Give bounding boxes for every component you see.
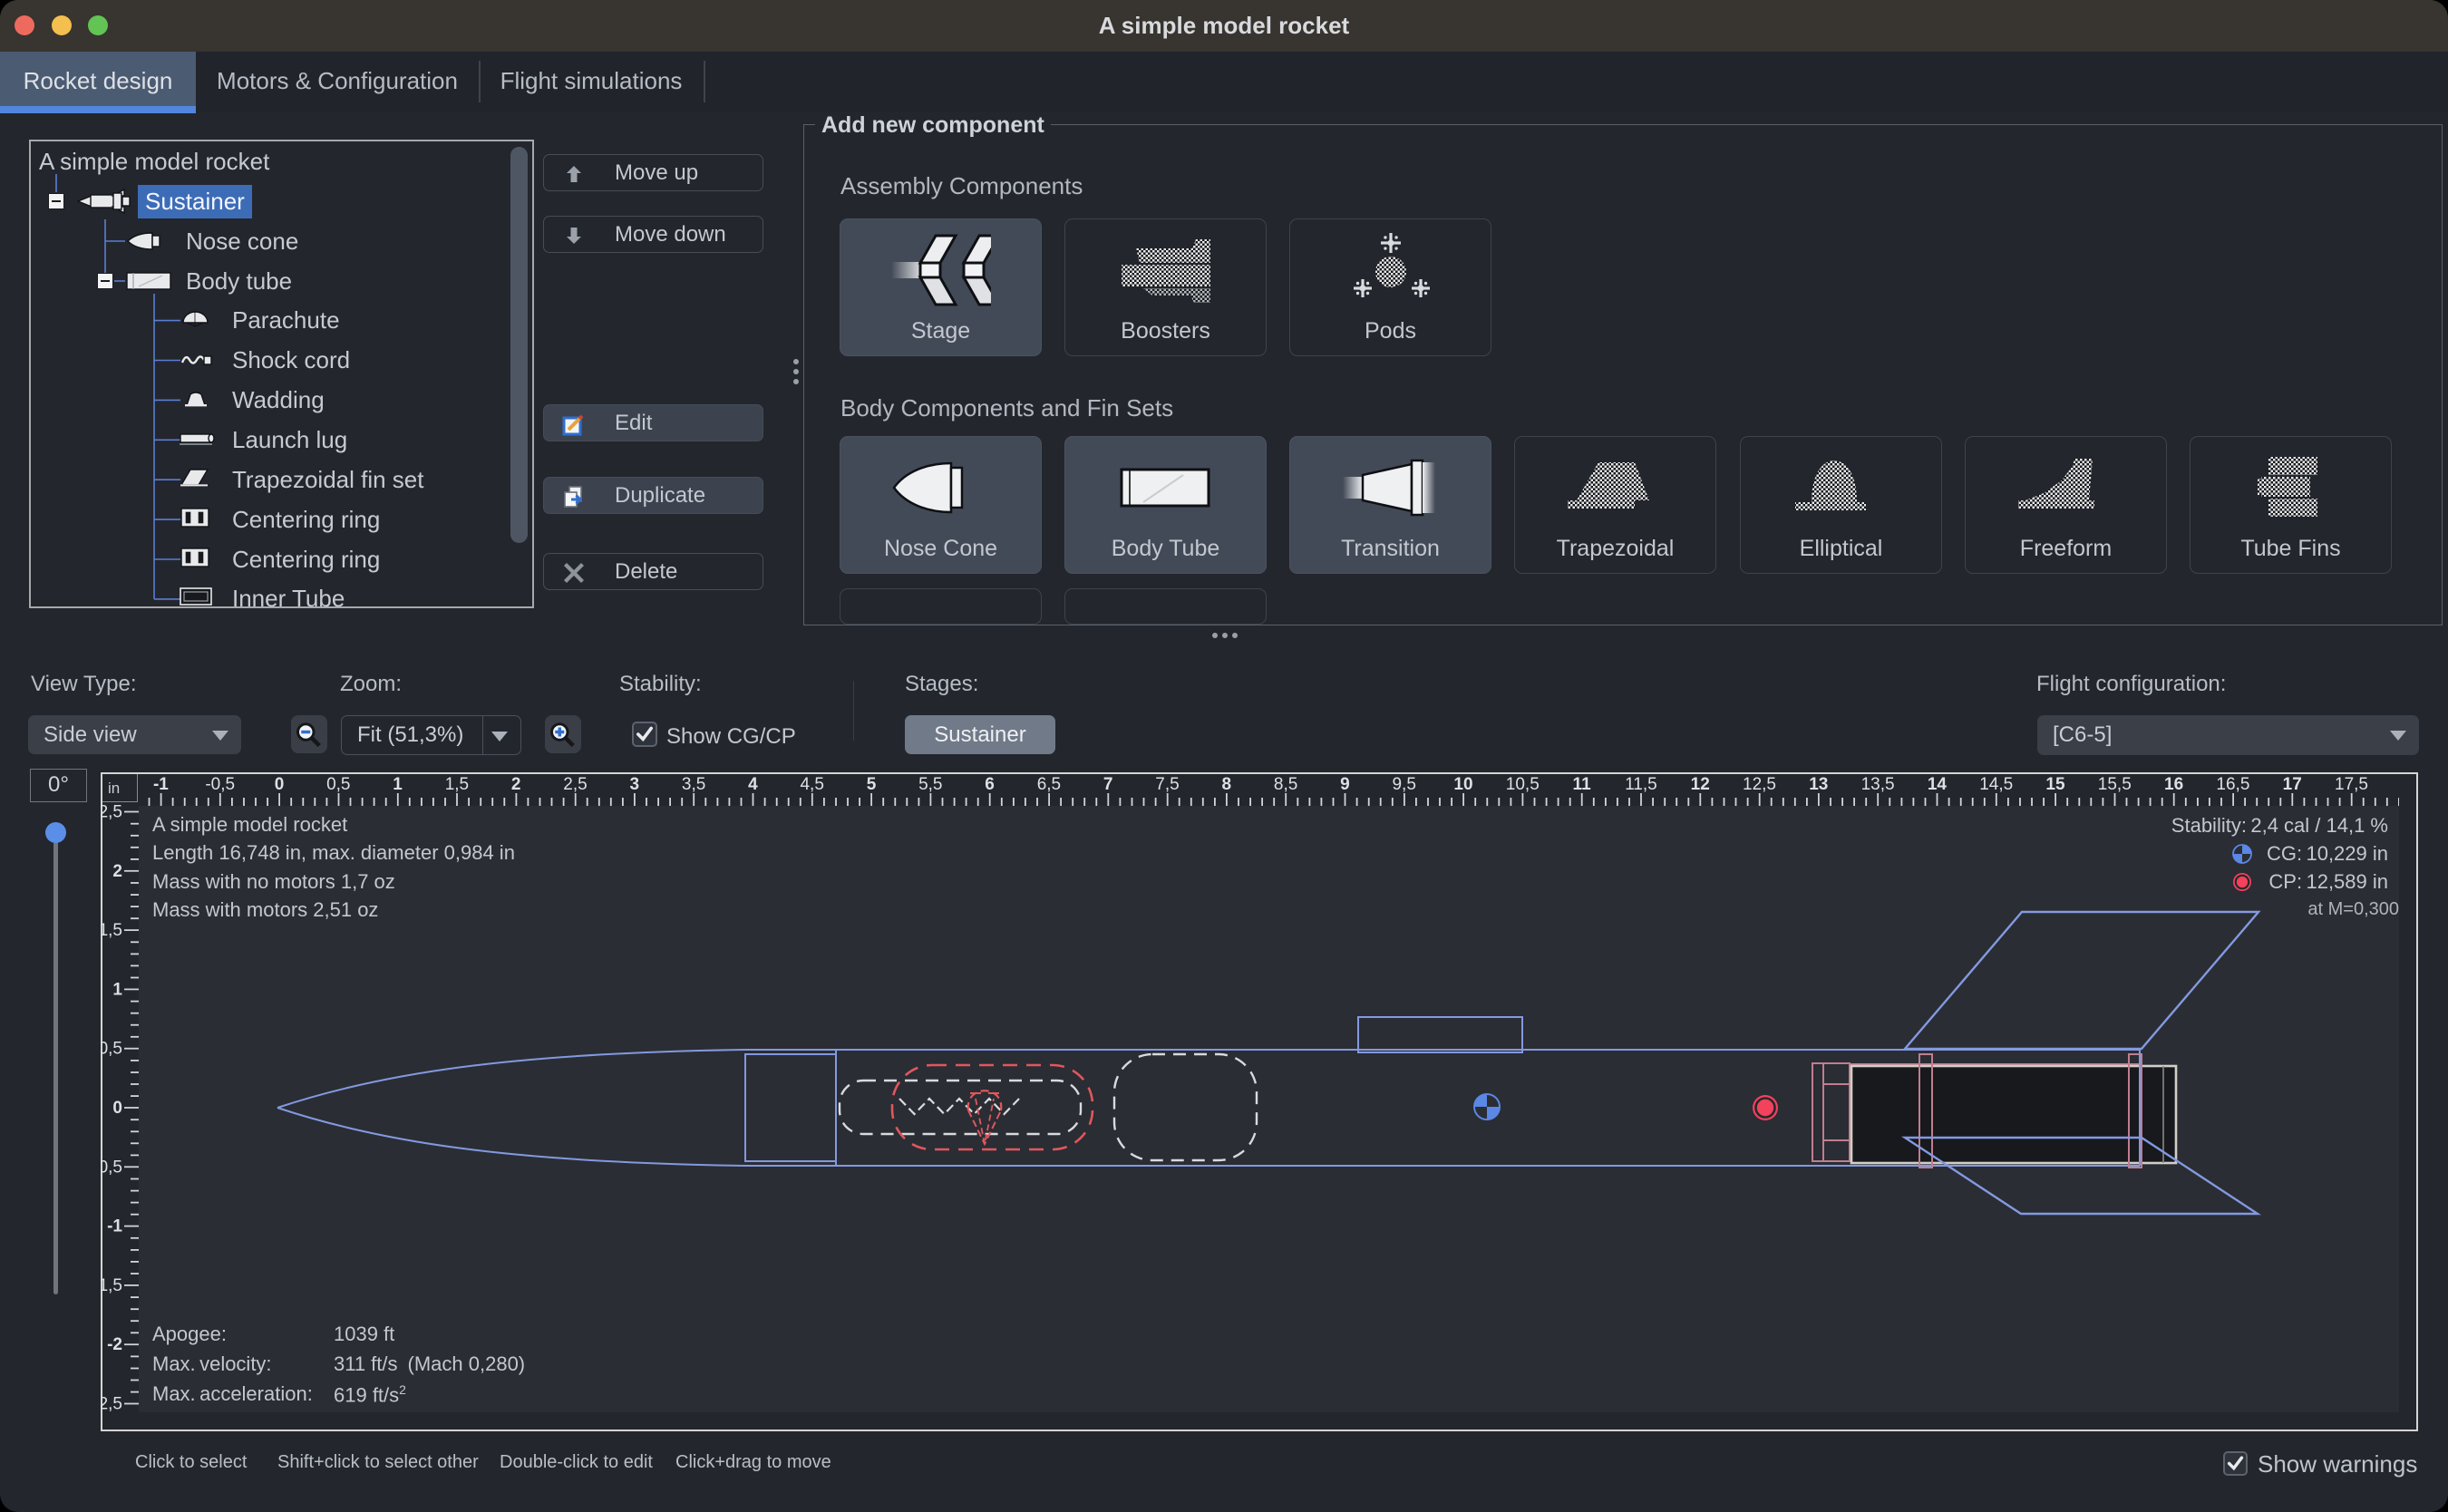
svg-text:13,5: 13,5 bbox=[1861, 775, 1895, 794]
svg-text:2: 2 bbox=[511, 775, 521, 794]
svg-text:-1: -1 bbox=[153, 775, 169, 794]
svg-text:15,5: 15,5 bbox=[2098, 775, 2132, 794]
svg-text:6: 6 bbox=[985, 775, 995, 794]
svg-text:12,5: 12,5 bbox=[1743, 775, 1776, 794]
svg-text:1: 1 bbox=[112, 980, 122, 999]
svg-text:5,5: 5,5 bbox=[918, 775, 942, 794]
svg-text:9,5: 9,5 bbox=[1392, 775, 1415, 794]
svg-text:-1,5: -1,5 bbox=[101, 1276, 122, 1295]
svg-text:13: 13 bbox=[1809, 775, 1828, 794]
svg-text:6,5: 6,5 bbox=[1037, 775, 1061, 794]
svg-text:2: 2 bbox=[112, 862, 122, 881]
svg-text:5: 5 bbox=[867, 775, 877, 794]
svg-text:16: 16 bbox=[2164, 775, 2183, 794]
svg-text:11: 11 bbox=[1573, 775, 1592, 794]
svg-text:2,5: 2,5 bbox=[563, 775, 587, 794]
svg-text:10,5: 10,5 bbox=[1506, 775, 1540, 794]
svg-text:1,5: 1,5 bbox=[445, 775, 469, 794]
svg-text:10: 10 bbox=[1453, 775, 1472, 794]
svg-text:4: 4 bbox=[748, 775, 758, 794]
svg-text:7: 7 bbox=[1103, 775, 1113, 794]
svg-text:14: 14 bbox=[1928, 775, 1948, 794]
svg-text:-0,5: -0,5 bbox=[205, 775, 235, 794]
svg-text:8: 8 bbox=[1222, 775, 1232, 794]
svg-text:3,5: 3,5 bbox=[682, 775, 705, 794]
svg-text:11,5: 11,5 bbox=[1625, 775, 1657, 794]
svg-text:15: 15 bbox=[2045, 775, 2065, 794]
svg-text:0: 0 bbox=[275, 775, 285, 794]
svg-text:1: 1 bbox=[393, 775, 403, 794]
svg-text:7,5: 7,5 bbox=[1155, 775, 1179, 794]
svg-text:4,5: 4,5 bbox=[800, 775, 823, 794]
svg-text:14,5: 14,5 bbox=[1979, 775, 2013, 794]
svg-text:16,5: 16,5 bbox=[2216, 775, 2249, 794]
svg-text:-2: -2 bbox=[107, 1335, 122, 1354]
svg-text:2,5: 2,5 bbox=[101, 803, 122, 822]
svg-text:17,5: 17,5 bbox=[2335, 775, 2368, 794]
svg-text:-0,5: -0,5 bbox=[101, 1158, 122, 1177]
svg-text:3: 3 bbox=[630, 775, 640, 794]
svg-text:0,5: 0,5 bbox=[326, 775, 350, 794]
svg-text:12: 12 bbox=[1691, 775, 1710, 794]
svg-text:17: 17 bbox=[2283, 775, 2302, 794]
svg-text:8,5: 8,5 bbox=[1274, 775, 1297, 794]
svg-text:-2,5: -2,5 bbox=[101, 1395, 122, 1414]
svg-text:9: 9 bbox=[1340, 775, 1350, 794]
svg-text:1,5: 1,5 bbox=[101, 921, 122, 940]
svg-text:0: 0 bbox=[112, 1099, 122, 1118]
svg-text:-1: -1 bbox=[107, 1217, 122, 1236]
svg-text:0,5: 0,5 bbox=[101, 1040, 122, 1059]
